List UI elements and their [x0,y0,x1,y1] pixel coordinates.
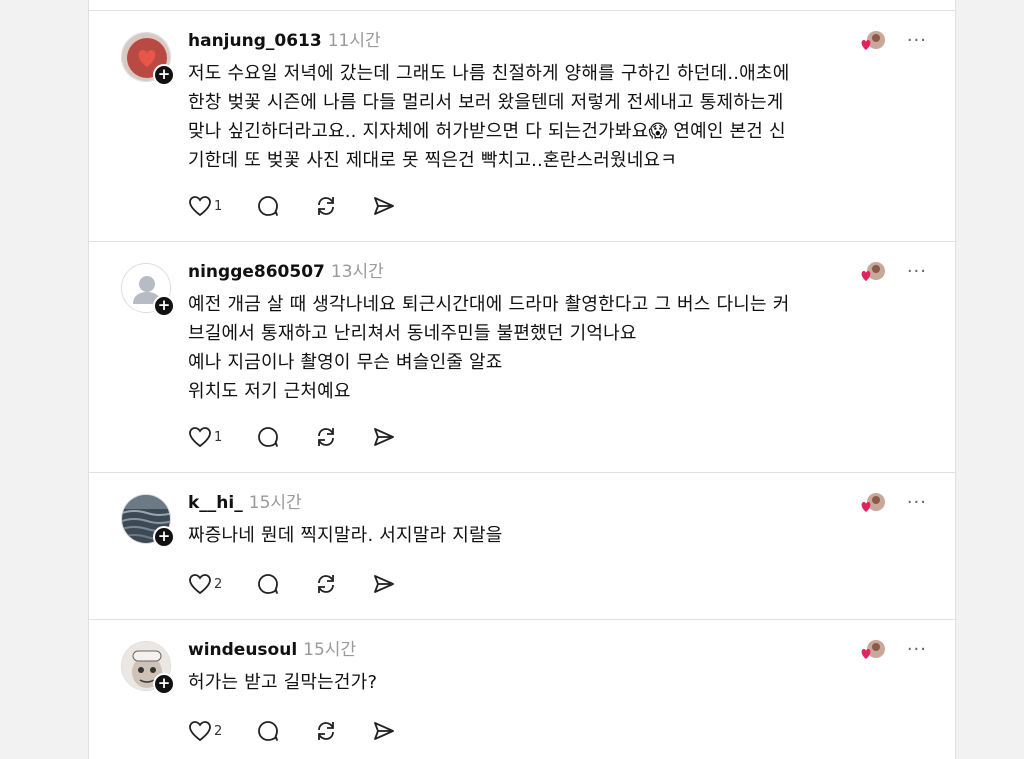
send-icon [374,575,395,593]
more-options-icon[interactable]: ··· [907,32,927,50]
username[interactable]: windeusoul [188,640,297,660]
username[interactable]: hanjung_0613 [188,31,322,51]
more-options-icon[interactable]: ··· [907,641,927,659]
avatar[interactable]: + [121,494,175,548]
like-button[interactable]: 2 [188,572,222,596]
action-bar: 2 [188,717,430,745]
liked-by-author-icon [859,639,887,661]
repost-button[interactable] [314,719,338,743]
share-button[interactable] [372,194,396,218]
like-button[interactable]: 1 [188,194,222,218]
repost-icon [318,428,335,446]
action-bar: 1 [188,192,430,220]
timestamp[interactable]: 15시간 [249,493,302,513]
like-button[interactable]: 2 [188,719,222,743]
send-icon [374,428,395,446]
comment-icon [258,721,279,741]
post-header: hanjung_0613 11시간 [188,28,381,54]
repost-icon [318,575,335,593]
username[interactable]: ningge860507 [188,262,325,282]
send-icon [374,722,395,740]
post-meta-icons: ··· [859,28,927,54]
liked-by-author-icon [859,492,887,514]
send-icon [374,197,395,215]
post-meta-icons: ··· [859,637,927,663]
comment-text: 저도 수요일 저녁에 갔는데 그래도 나름 친절하게 양해를 구하긴 하던데..… [188,63,790,171]
action-bar: 2 [188,570,430,598]
heart-icon [189,196,211,217]
avatar[interactable]: + [121,32,175,86]
reply-button[interactable] [256,425,280,449]
comment-text: 예전 개금 살 때 생각나네요 퇴근시간대에 드라마 촬영한다고 그 버스 다니… [188,294,790,402]
timestamp[interactable]: 11시간 [328,31,381,51]
reply-button[interactable] [256,572,280,596]
post-header: windeusoul 15시간 [188,637,356,663]
comment-post: + windeusoul 15시간 ··· 허가는 받고 길막는건가? 2 [89,620,955,759]
follow-plus-icon[interactable]: + [153,64,175,86]
post-header: k__hi_ 15시간 [188,490,302,516]
repost-button[interactable] [314,194,338,218]
like-count: 1 [214,429,223,445]
more-options-icon[interactable]: ··· [907,494,927,512]
comment-icon [258,574,279,594]
comment-post: + k__hi_ 15시간 ··· 짜증나네 뭔데 찍지말라. 서지말라 지랄을 … [89,473,955,620]
share-button[interactable] [372,572,396,596]
heart-icon [189,721,211,742]
comment-icon [258,196,279,216]
comment-post: + ningge860507 13시간 ··· 예전 개금 살 때 생각나네요 퇴… [89,242,955,473]
heart-icon [189,574,211,595]
comment-post: + hanjung_0613 11시간 ··· 저도 수요일 저녁에 갔는데 그래… [89,11,955,242]
follow-plus-icon[interactable]: + [153,526,175,548]
heart-icon [189,427,211,448]
comment-text: 짜증나네 뭔데 찍지말라. 서지말라 지랄을 [188,525,503,546]
like-count: 2 [214,576,223,592]
repost-button[interactable] [314,572,338,596]
timestamp[interactable]: 13시간 [331,262,384,282]
follow-plus-icon[interactable]: + [153,295,175,317]
post-header: ningge860507 13시간 [188,259,384,285]
post-meta-icons: ··· [859,490,927,516]
share-button[interactable] [372,719,396,743]
timestamp[interactable]: 15시간 [303,640,356,660]
comment-text: 허가는 받고 길막는건가? [188,672,378,693]
comment-icon [258,427,279,447]
comment-feed: + hanjung_0613 11시간 ··· 저도 수요일 저녁에 갔는데 그래… [88,0,956,759]
action-bar: 1 [188,423,430,451]
like-button[interactable]: 1 [188,425,222,449]
avatar[interactable]: + [121,641,175,695]
repost-button[interactable] [314,425,338,449]
liked-by-author-icon [859,30,887,52]
username[interactable]: k__hi_ [188,493,243,513]
follow-plus-icon[interactable]: + [153,673,175,695]
liked-by-author-icon [859,261,887,283]
avatar[interactable]: + [121,263,175,317]
reply-button[interactable] [256,194,280,218]
like-count: 1 [214,198,223,214]
repost-icon [318,197,335,215]
like-count: 2 [214,723,223,739]
reply-button[interactable] [256,719,280,743]
more-options-icon[interactable]: ··· [907,263,927,281]
share-button[interactable] [372,425,396,449]
post-meta-icons: ··· [859,259,927,285]
repost-icon [318,722,335,740]
